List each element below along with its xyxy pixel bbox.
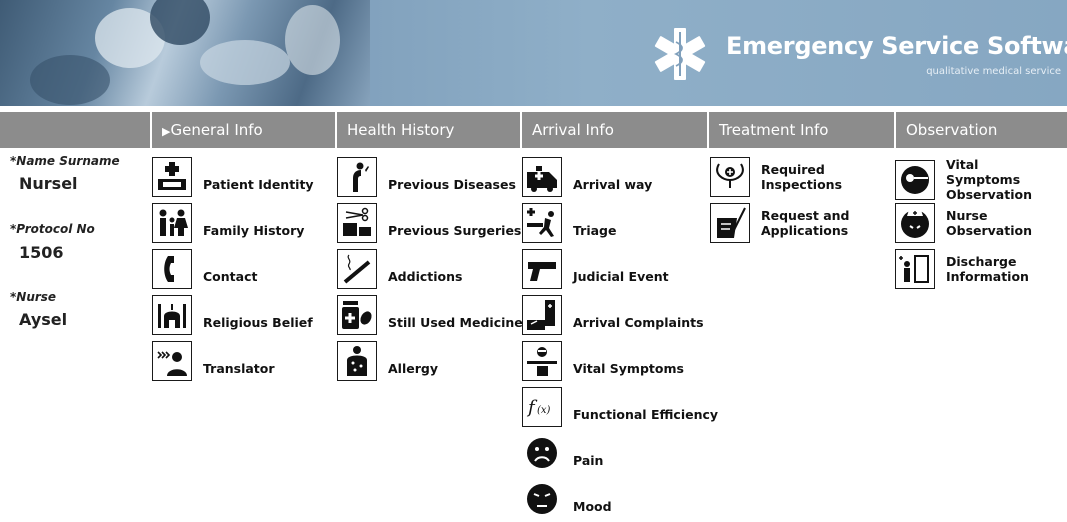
app-subtitle: qualitative medical service (926, 66, 1061, 77)
item-label: Vital Symptoms Observation (946, 157, 1032, 202)
item-label: Pain (573, 452, 604, 468)
mood-face-icon (522, 479, 562, 519)
tab-label: General Info (170, 121, 263, 139)
name-surname-label: *Name Surname (10, 154, 120, 168)
patient-identity-item[interactable]: Patient Identity (152, 157, 314, 197)
allergy-item[interactable]: Allergy (337, 341, 438, 381)
functional-efficiency-item[interactable]: f (x) Functional Efficiency (522, 387, 718, 427)
nurse-value: Aysel (19, 310, 68, 329)
required-inspections-item[interactable]: Required Inspections (710, 157, 861, 197)
discharge-information-item[interactable]: Discharge Information (895, 249, 1046, 289)
star-of-life-icon (654, 28, 706, 80)
gun-icon (522, 249, 562, 289)
item-label: Triage (573, 222, 617, 238)
header-photo (0, 0, 370, 106)
item-label: Nurse Observation (946, 208, 1032, 238)
translator-item[interactable]: Translator (152, 341, 275, 381)
pain-item[interactable]: Pain (522, 433, 603, 473)
protocol-no-label: *Protocol No (10, 222, 95, 236)
request-form-icon (710, 203, 750, 243)
request-and-applications-item[interactable]: Request and Applications (710, 203, 861, 243)
svg-text:(x): (x) (537, 405, 551, 416)
tab-health-history[interactable]: Health History (335, 112, 520, 148)
mosque-icon (152, 295, 192, 335)
tab-general-info[interactable]: ▶General Info (150, 112, 335, 148)
tab-observation[interactable]: Observation (894, 112, 1067, 148)
medicine-icon (337, 295, 377, 335)
item-label: Translator (203, 360, 275, 376)
sick-person-icon (337, 157, 377, 197)
vital-symptoms-observation-item[interactable]: Vital Symptoms Observation (895, 157, 1046, 202)
judicial-event-item[interactable]: Judicial Event (522, 249, 669, 289)
family-history-item[interactable]: Family History (152, 203, 304, 243)
function-icon: f (x) (522, 387, 562, 427)
previous-diseases-item[interactable]: Previous Diseases (337, 157, 516, 197)
nurse-label: *Nurse (10, 290, 57, 304)
tab-label: Arrival Info (532, 121, 614, 139)
nurse-observation-item[interactable]: Nurse Observation (895, 203, 1046, 243)
app-header: Emergency Service Software qualitative m… (0, 0, 1067, 106)
item-label: Patient Identity (203, 176, 314, 192)
tab-label: Health History (347, 121, 455, 139)
item-label: Contact (203, 268, 258, 284)
id-card-icon (152, 157, 192, 197)
item-label: Addictions (388, 268, 463, 284)
vital-symptoms-item[interactable]: Vital Symptoms (522, 341, 684, 381)
still-used-medicine-item[interactable]: Still Used Medicine (337, 295, 523, 335)
item-label: Arrival Complaints (573, 314, 704, 330)
family-icon (152, 203, 192, 243)
cigarette-icon (337, 249, 377, 289)
religious-belief-item[interactable]: Religious Belief (152, 295, 313, 335)
vital-observation-icon (895, 159, 935, 200)
contact-item[interactable]: Contact (152, 249, 257, 289)
arrival-way-item[interactable]: Arrival way (522, 157, 652, 197)
name-surname-value: Nursel (19, 174, 78, 193)
previous-surgeries-item[interactable]: Previous Surgeries (337, 203, 521, 243)
translator-icon (152, 341, 192, 381)
triage-icon (522, 203, 562, 243)
doctor-icon (522, 341, 562, 381)
nurse-icon (895, 203, 935, 243)
tab-label: Treatment Info (719, 121, 829, 139)
triage-item[interactable]: Triage (522, 203, 616, 243)
item-label: Previous Surgeries (388, 222, 522, 238)
mood-item[interactable]: Mood (522, 479, 612, 519)
item-label: Religious Belief (203, 314, 313, 330)
item-label: Vital Symptoms (573, 360, 684, 376)
item-label: Mood (573, 498, 612, 514)
tab-arrival-info[interactable]: Arrival Info (520, 112, 707, 148)
allergy-icon (337, 341, 377, 381)
item-label: Family History (203, 222, 305, 238)
scissors-icon (337, 203, 377, 243)
pain-face-icon (522, 433, 562, 473)
item-label: Arrival way (573, 176, 653, 192)
app-title: Emergency Service Software (726, 32, 1067, 60)
item-label: Previous Diseases (388, 176, 516, 192)
item-label: Functional Efficiency (573, 406, 719, 422)
phone-icon (152, 249, 192, 289)
complaint-icon (522, 295, 562, 335)
discharge-door-icon (895, 249, 935, 289)
protocol-no-value: 1506 (19, 243, 64, 262)
arrival-complaints-item[interactable]: Arrival Complaints (522, 295, 704, 335)
tab-treatment-info[interactable]: Treatment Info (707, 112, 894, 148)
item-label: Request and Applications (761, 208, 850, 238)
item-label: Judicial Event (573, 268, 669, 284)
item-label: Allergy (388, 360, 438, 376)
addictions-item[interactable]: Addictions (337, 249, 462, 289)
ambulance-icon (522, 157, 562, 197)
item-label: Discharge Information (946, 254, 1029, 284)
main-nav: ▶General Info Health History Arrival Inf… (0, 112, 1067, 148)
tab-label: Observation (906, 121, 998, 139)
item-label: Required Inspections (761, 162, 843, 192)
item-label: Still Used Medicine (388, 314, 523, 330)
stethoscope-icon (710, 157, 750, 197)
